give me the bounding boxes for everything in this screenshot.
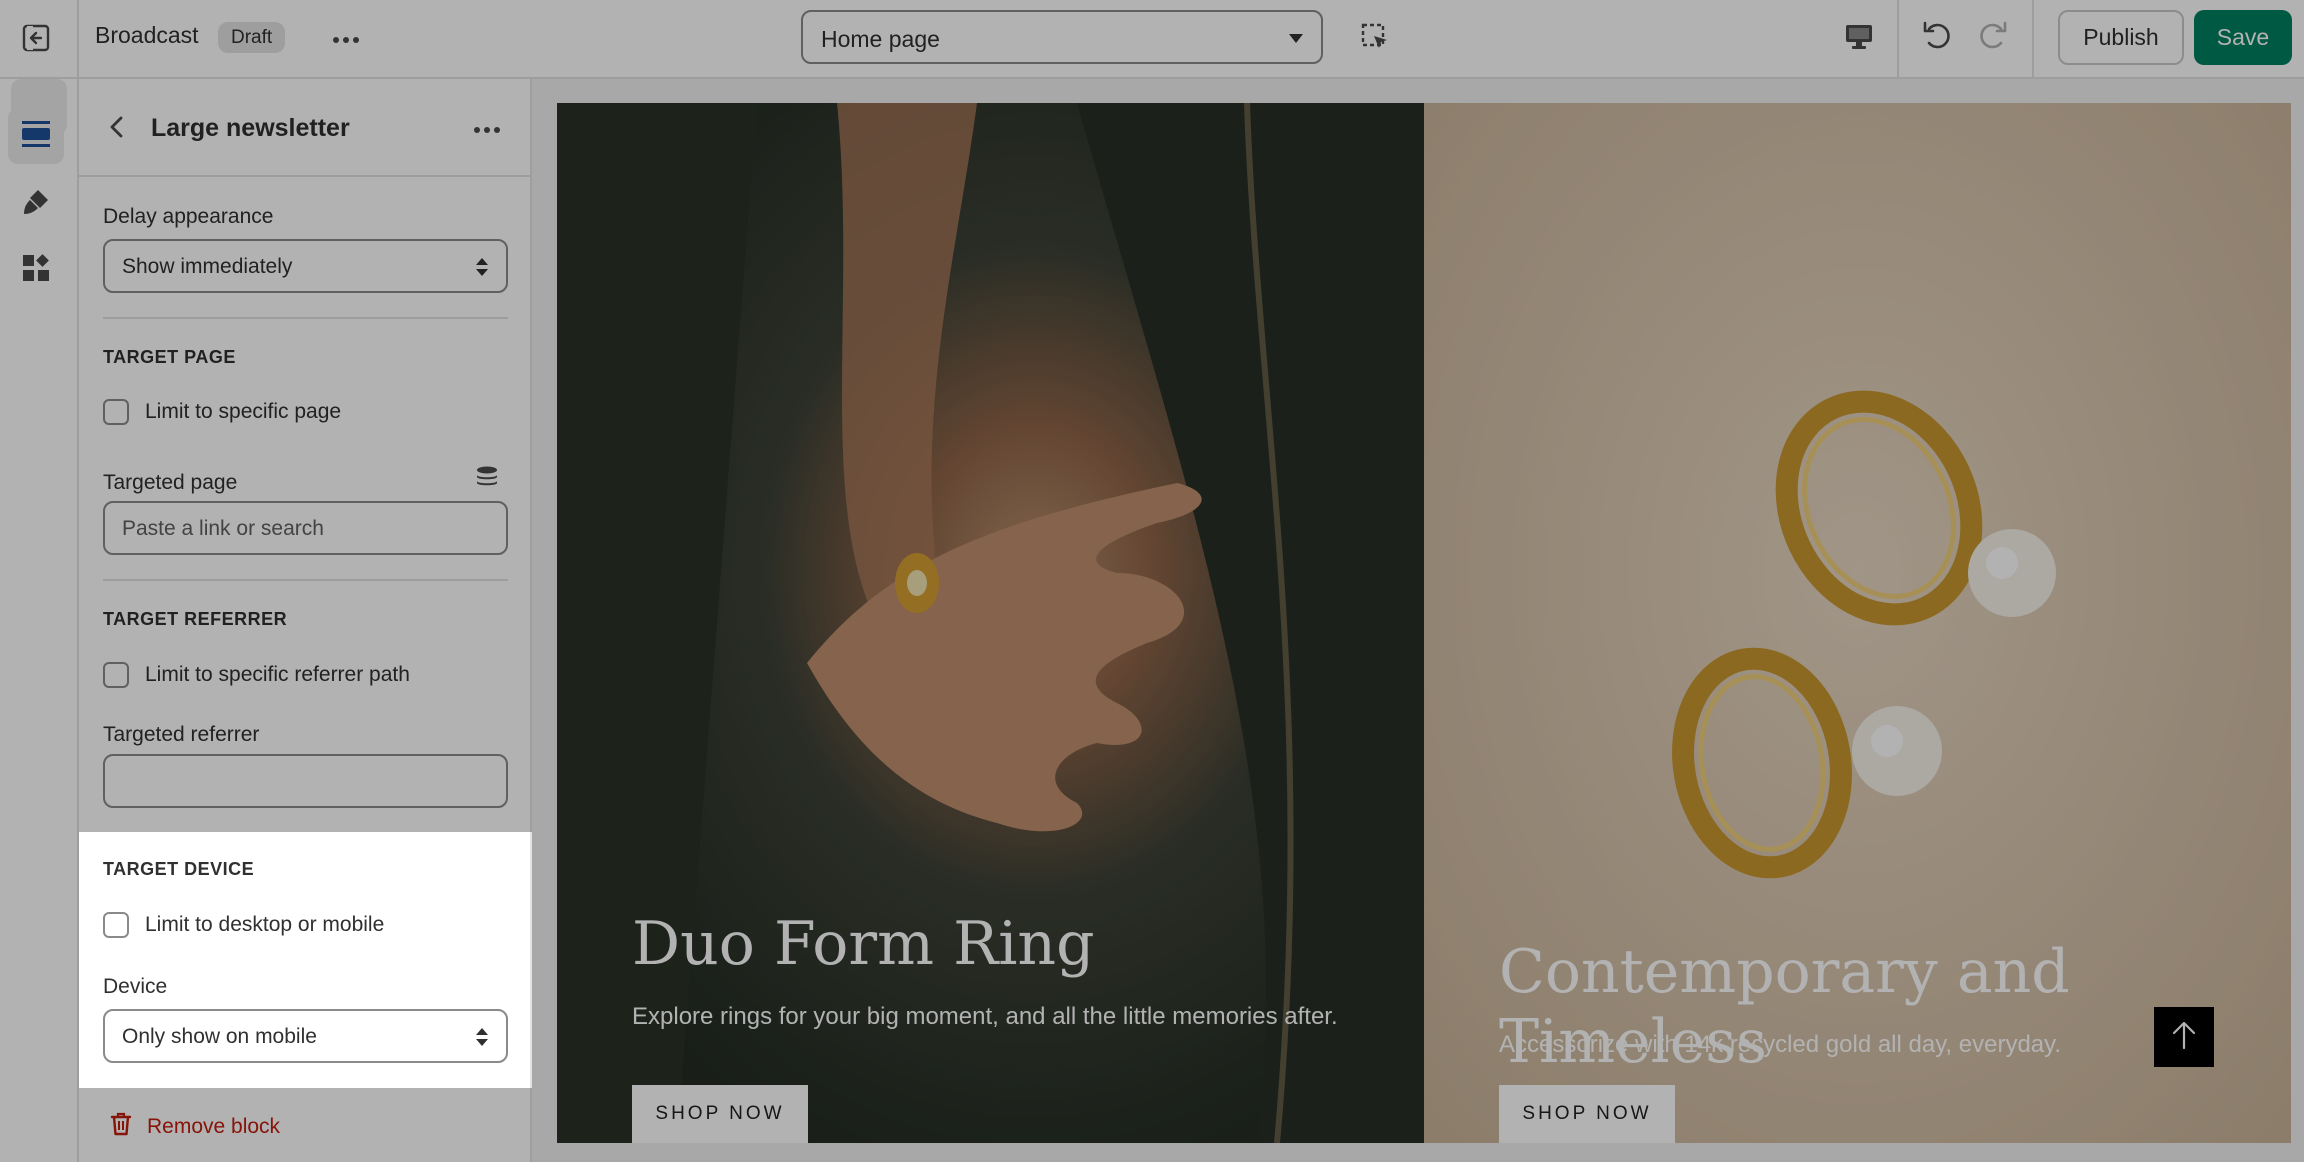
app-blocks-icon (20, 252, 52, 289)
theme-preview: Duo Form Ring Explore rings for your big… (557, 103, 2291, 1143)
divider (2032, 0, 2034, 79)
select-arrows-icon (476, 258, 488, 278)
targeted-referrer-input[interactable] (103, 754, 508, 808)
back-button[interactable] (97, 109, 137, 149)
targeted-referrer-label: Targeted referrer (103, 723, 260, 746)
desktop-icon (1844, 23, 1874, 56)
exit-button[interactable] (16, 20, 56, 60)
more-horizontal-icon (332, 31, 360, 49)
hero-left-shop-button[interactable]: SHOP NOW (632, 1085, 808, 1143)
delay-select-value: Show immediately (122, 255, 293, 278)
rail-sections-button[interactable] (8, 108, 64, 164)
undo-icon (1921, 19, 1953, 56)
divider (103, 579, 508, 581)
redo-button[interactable] (1972, 16, 2014, 58)
save-button[interactable]: Save (2194, 10, 2292, 65)
page-selector-value: Home page (821, 26, 940, 52)
target-device-heading: TARGET DEVICE (103, 859, 255, 879)
more-horizontal-icon (473, 121, 501, 139)
chevron-down-icon (1289, 34, 1303, 43)
back-arrow-icon (107, 115, 127, 144)
divider (103, 317, 508, 319)
rail-theme-settings-button[interactable] (8, 176, 64, 232)
block-more-button[interactable] (467, 115, 507, 145)
divider (77, 0, 79, 79)
device-preview-button[interactable] (1838, 18, 1880, 60)
ring-photo-illustration (557, 103, 1424, 1143)
targeted-page-label: Targeted page (103, 471, 238, 494)
hero-right-shop-button[interactable]: SHOP NOW (1499, 1085, 1675, 1143)
scroll-to-top-button[interactable] (2154, 1007, 2214, 1067)
undo-button[interactable] (1916, 16, 1958, 58)
page-selector[interactable]: Home page (801, 10, 1323, 64)
exit-icon (21, 23, 51, 58)
device-label: Device (103, 975, 168, 998)
limit-page-label: Limit to specific page (145, 400, 342, 423)
redo-icon (1977, 19, 2009, 56)
dynamic-source-button[interactable] (473, 465, 501, 493)
dynamic-source-icon (475, 465, 499, 494)
panel-title: Large newsletter (151, 114, 350, 142)
delay-label: Delay appearance (103, 205, 274, 228)
target-referrer-heading: TARGET REFERRER (103, 609, 288, 629)
inspect-button[interactable] (1354, 18, 1396, 60)
limit-device-checkbox[interactable] (103, 912, 129, 938)
delay-select[interactable]: Show immediately (103, 239, 508, 293)
status-badge: Draft (218, 22, 286, 53)
theme-name: Broadcast (95, 22, 199, 48)
limit-page-checkbox-row[interactable]: Limit to specific page (103, 397, 341, 427)
publish-button[interactable]: Publish (2058, 10, 2184, 65)
remove-block-label: Remove block (147, 1114, 281, 1138)
limit-referrer-checkbox-row[interactable]: Limit to specific referrer path (103, 660, 410, 690)
targeted-page-placeholder: Paste a link or search (122, 517, 324, 540)
select-arrows-icon (476, 1028, 488, 1048)
sections-icon (20, 119, 52, 154)
theme-settings-icon (20, 186, 52, 223)
theme-more-button[interactable] (326, 20, 366, 60)
rail-apps-button[interactable] (8, 242, 64, 298)
remove-block-button[interactable]: Remove block (109, 1111, 280, 1142)
hero-left-subtitle: Explore rings for your big moment, and a… (632, 1003, 1338, 1030)
limit-referrer-label: Limit to specific referrer path (145, 663, 410, 686)
hero-earrings-image: Contemporary and Timeless Accessorize wi… (1424, 103, 2291, 1143)
targeted-page-input[interactable]: Paste a link or search (103, 501, 508, 555)
target-page-heading: TARGET PAGE (103, 347, 236, 367)
hero-right-subtitle: Accessorize with 14k recycled gold all d… (1499, 1031, 2062, 1058)
panel-header: Large newsletter (79, 79, 530, 177)
trash-icon (109, 1111, 133, 1142)
settings-panel: Large newsletter Delay appearance Show i… (79, 79, 532, 1162)
hero-ring-image: Duo Form Ring Explore rings for your big… (557, 103, 1424, 1143)
arrow-up-icon (2170, 1020, 2198, 1055)
top-bar: Broadcast Draft Home page Publish Save (0, 0, 2304, 79)
device-select-value: Only show on mobile (122, 1025, 317, 1048)
inspect-select-icon (1360, 22, 1390, 57)
limit-device-checkbox-row[interactable]: Limit to desktop or mobile (103, 910, 384, 940)
limit-page-checkbox[interactable] (103, 399, 129, 425)
hero-left-title: Duo Form Ring (632, 909, 1095, 979)
divider (1897, 0, 1899, 79)
limit-referrer-checkbox[interactable] (103, 662, 129, 688)
device-select[interactable]: Only show on mobile (103, 1009, 508, 1063)
limit-device-label: Limit to desktop or mobile (145, 913, 385, 936)
